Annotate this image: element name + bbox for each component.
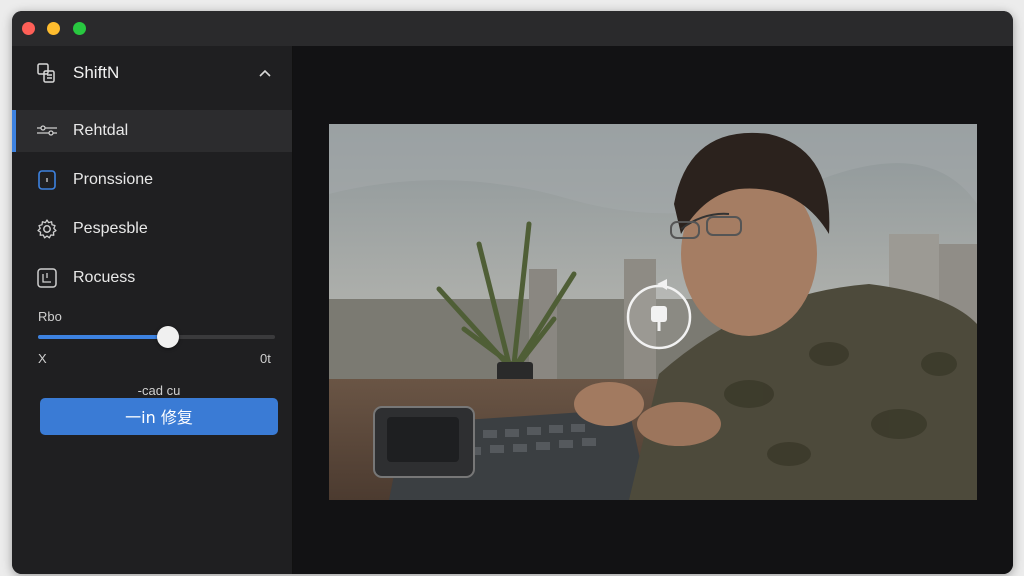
sidebar-item-label: Rehtdal <box>73 122 129 139</box>
document-transform-icon <box>37 63 55 83</box>
titlebar <box>12 11 1013 46</box>
main-canvas <box>293 46 1013 574</box>
primary-action-button[interactable]: 一in 修复 <box>40 398 278 435</box>
preview-image <box>329 124 977 500</box>
caption-text: -cad cu <box>137 383 181 398</box>
slider-fill <box>38 335 169 339</box>
preview-photo-graphic <box>329 124 977 500</box>
sidebar-item-rocuess[interactable]: Rocuess <box>12 257 292 299</box>
sidebar-item-label: Pespesble <box>73 220 148 237</box>
app-window: ShiftN Rehtdal Pronssione Pespesble Rocu… <box>12 11 1013 574</box>
slider-min-label: X <box>38 351 47 366</box>
sidebar-item-label: Rocuess <box>73 269 136 286</box>
slider-thumb[interactable] <box>157 326 180 348</box>
minimize-window-button[interactable] <box>47 22 60 35</box>
chevron-up-icon[interactable] <box>258 66 272 80</box>
sidebar-item-pespesble[interactable]: Pespesble <box>12 208 292 250</box>
crop-icon <box>37 268 57 288</box>
adjustment-slider[interactable] <box>38 326 275 348</box>
sidebar-item-rehtdal[interactable]: Rehtdal <box>12 110 292 152</box>
sidebar-item-pronssione[interactable]: Pronssione <box>12 159 292 201</box>
sidebar: ShiftN Rehtdal Pronssione Pespesble Rocu… <box>12 46 293 574</box>
app-title: ShiftN <box>73 63 120 82</box>
sidebar-item-label: Pronssione <box>73 171 154 188</box>
app-header[interactable]: ShiftN <box>12 56 292 88</box>
slider-label: Rbo <box>38 309 62 324</box>
close-window-button[interactable] <box>22 22 35 35</box>
gear-icon <box>37 219 57 239</box>
maximize-window-button[interactable] <box>73 22 86 35</box>
slider-max-label: 0t <box>260 351 271 366</box>
sliders-icon <box>37 125 57 136</box>
file-icon <box>38 170 56 190</box>
